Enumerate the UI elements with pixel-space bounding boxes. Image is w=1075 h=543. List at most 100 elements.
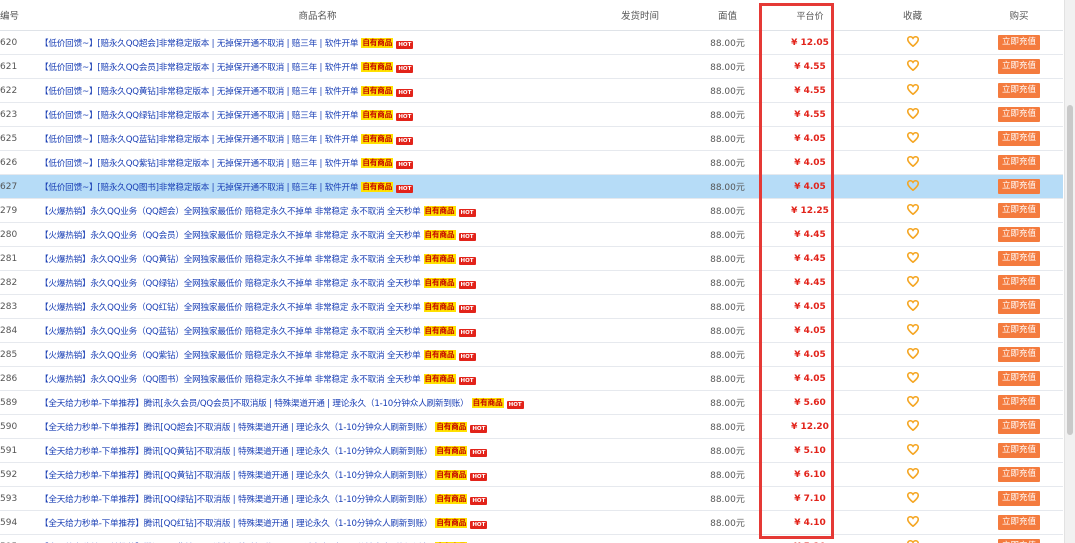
- heart-icon[interactable]: [906, 371, 919, 383]
- col-header-time: 发货时间: [595, 0, 685, 31]
- product-name-link[interactable]: 【火爆热销】永久QQ业务（QQ图书）全网独家最低价 赔稳定永久不掉单 非常稳定 …: [40, 375, 421, 385]
- recharge-now-button[interactable]: 立即充值: [997, 371, 1040, 386]
- hot-badge: HOT: [458, 256, 476, 265]
- heart-icon[interactable]: [906, 299, 919, 311]
- heart-icon[interactable]: [906, 275, 919, 287]
- product-id: 594: [0, 510, 40, 535]
- heart-icon[interactable]: [906, 227, 919, 239]
- favorite-cell: [850, 438, 975, 463]
- heart-icon[interactable]: [906, 467, 919, 479]
- recharge-now-button[interactable]: 立即充值: [997, 203, 1040, 218]
- product-name-link[interactable]: 【低价回馈~】[赔永久QQ蓝钻]非常稳定版本 | 无掉保开通不取消 | 赔三年 …: [40, 135, 359, 145]
- recharge-now-button[interactable]: 立即充值: [997, 179, 1040, 194]
- product-name-link[interactable]: 【全天给力秒单-下单推荐】腾讯[QQ黄钻]不取消版 | 特殊渠道开通 | 理论永…: [40, 447, 433, 457]
- heart-icon[interactable]: [906, 347, 919, 359]
- recharge-now-button[interactable]: 立即充值: [997, 491, 1040, 506]
- table-row: 592 【全天给力秒单-下单推荐】腾讯[QQ黄钻]不取消版 | 特殊渠道开通 | …: [0, 462, 1063, 487]
- col-header-buy: 购买: [975, 0, 1063, 31]
- product-id: 284: [0, 318, 40, 343]
- product-name-link[interactable]: 【火爆热销】永久QQ业务（QQ绿钻）全网独家最低价 赔稳定永久不掉单 非常稳定 …: [40, 279, 421, 289]
- heart-icon[interactable]: [906, 443, 919, 455]
- heart-icon[interactable]: [906, 179, 919, 191]
- recharge-now-button[interactable]: 立即充值: [997, 515, 1040, 530]
- recharge-now-button[interactable]: 立即充值: [997, 347, 1040, 362]
- heart-icon[interactable]: [906, 323, 919, 335]
- product-name-link[interactable]: 【全天给力秒单-下单推荐】腾讯[QQ红钻]不取消版 | 特殊渠道开通 | 理论永…: [40, 519, 433, 529]
- product-name-link[interactable]: 【低价回馈~】[赔永久QQ超会]非常稳定版本 | 无掉保开通不取消 | 赔三年 …: [40, 39, 359, 49]
- product-name-link[interactable]: 【全天给力秒单-下单推荐】腾讯[QQ超会]不取消版 | 特殊渠道开通 | 理论永…: [40, 423, 433, 433]
- heart-icon[interactable]: [906, 155, 919, 167]
- self-owned-badge: 自有商品: [423, 349, 456, 360]
- favorite-cell: [850, 54, 975, 79]
- vertical-scrollbar[interactable]: [1064, 0, 1075, 543]
- product-name-link[interactable]: 【全天给力秒单-下单推荐】腾讯[永久会员/QQ会员]不取消版 | 特殊渠道开通 …: [40, 399, 469, 409]
- product-name-link[interactable]: 【低价回馈~】[赔永久QQ会员]非常稳定版本 | 无掉保开通不取消 | 赔三年 …: [40, 63, 359, 73]
- heart-icon[interactable]: [906, 35, 919, 47]
- buy-cell: 立即充值: [975, 30, 1063, 55]
- recharge-now-button[interactable]: 立即充值: [997, 275, 1040, 290]
- self-owned-badge: 自有商品: [423, 229, 456, 240]
- product-id: 282: [0, 270, 40, 295]
- recharge-now-button[interactable]: 立即充值: [997, 539, 1040, 543]
- buy-cell: 立即充值: [975, 510, 1063, 535]
- heart-icon[interactable]: [906, 515, 919, 527]
- heart-icon[interactable]: [906, 395, 919, 407]
- buy-cell: 立即充值: [975, 462, 1063, 487]
- delivery-time: [595, 198, 685, 223]
- product-name-link[interactable]: 【火爆热销】永久QQ业务（QQ超会）全网独家最低价 赔稳定永久不掉单 非常稳定 …: [40, 207, 421, 217]
- table-row: 626 【低价回馈~】[赔永久QQ紫钻]非常稳定版本 | 无掉保开通不取消 | 赔…: [0, 150, 1063, 175]
- heart-icon[interactable]: [906, 131, 919, 143]
- delivery-time: [595, 246, 685, 271]
- face-value: 88.00元: [685, 126, 770, 151]
- recharge-now-button[interactable]: 立即充值: [997, 59, 1040, 74]
- recharge-now-button[interactable]: 立即充值: [997, 131, 1040, 146]
- recharge-now-button[interactable]: 立即充值: [997, 467, 1040, 482]
- product-name-link[interactable]: 【低价回馈~】[赔永久QQ黄钻]非常稳定版本 | 无掉保开通不取消 | 赔三年 …: [40, 87, 359, 97]
- recharge-now-button[interactable]: 立即充值: [997, 251, 1040, 266]
- product-name-cell: 【火爆热销】永久QQ业务（QQ会员）全网独家最低价 赔稳定永久不掉单 非常稳定 …: [40, 222, 595, 247]
- favorite-cell: [850, 78, 975, 103]
- recharge-now-button[interactable]: 立即充值: [997, 443, 1040, 458]
- self-owned-badge: 自有商品: [471, 397, 504, 408]
- heart-icon[interactable]: [906, 539, 919, 543]
- face-value: 88.00元: [685, 438, 770, 463]
- product-name-link[interactable]: 【全天给力秒单-下单推荐】腾讯[QQ绿钻]不取消版 | 特殊渠道开通 | 理论永…: [40, 495, 433, 505]
- heart-icon[interactable]: [906, 83, 919, 95]
- heart-icon[interactable]: [906, 203, 919, 215]
- product-name-link[interactable]: 【火爆热销】永久QQ业务（QQ红钻）全网独家最低价 赔稳定永久不掉单 非常稳定 …: [40, 303, 421, 313]
- product-name-cell: 【全天给力秒单-下单推荐】腾讯[QQ黄钻]不取消版 | 特殊渠道开通 | 理论永…: [40, 462, 595, 487]
- recharge-now-button[interactable]: 立即充值: [997, 83, 1040, 98]
- product-name-link[interactable]: 【低价回馈~】[赔永久QQ绿钻]非常稳定版本 | 无掉保开通不取消 | 赔三年 …: [40, 111, 359, 121]
- delivery-time: [595, 222, 685, 247]
- recharge-now-button[interactable]: 立即充值: [997, 155, 1040, 170]
- heart-icon[interactable]: [906, 419, 919, 431]
- product-name-link[interactable]: 【火爆热销】永久QQ业务（QQ蓝钻）全网独家最低价 赔稳定永久不掉单 非常稳定 …: [40, 327, 421, 337]
- recharge-now-button[interactable]: 立即充值: [997, 299, 1040, 314]
- face-value: 88.00元: [685, 390, 770, 415]
- scrollbar-thumb[interactable]: [1067, 105, 1073, 435]
- heart-icon[interactable]: [906, 107, 919, 119]
- recharge-now-button[interactable]: 立即充值: [997, 35, 1040, 50]
- recharge-now-button[interactable]: 立即充值: [997, 419, 1040, 434]
- recharge-now-button[interactable]: 立即充值: [997, 395, 1040, 410]
- recharge-now-button[interactable]: 立即充值: [997, 227, 1040, 242]
- delivery-time: [595, 462, 685, 487]
- product-name-link[interactable]: 【火爆热销】永久QQ业务（QQ黄钻）全网独家最低价 赔稳定永久不掉单 非常稳定 …: [40, 255, 421, 265]
- product-name-cell: 【低价回馈~】[赔永久QQ会员]非常稳定版本 | 无掉保开通不取消 | 赔三年 …: [40, 54, 595, 79]
- buy-cell: 立即充值: [975, 318, 1063, 343]
- recharge-now-button[interactable]: 立即充值: [997, 323, 1040, 338]
- platform-price: ¥ 4.55: [770, 102, 850, 127]
- product-name-link[interactable]: 【火爆热销】永久QQ业务（QQ紫钻）全网独家最低价 赔稳定永久不掉单 非常稳定 …: [40, 351, 421, 361]
- platform-price: ¥ 5.10: [770, 438, 850, 463]
- heart-icon[interactable]: [906, 59, 919, 71]
- recharge-now-button[interactable]: 立即充值: [997, 107, 1040, 122]
- hot-badge: HOT: [458, 304, 476, 313]
- buy-cell: 立即充值: [975, 390, 1063, 415]
- heart-icon[interactable]: [906, 491, 919, 503]
- table-row: 593 【全天给力秒单-下单推荐】腾讯[QQ绿钻]不取消版 | 特殊渠道开通 | …: [0, 486, 1063, 511]
- product-name-link[interactable]: 【低价回馈~】[赔永久QQ图书]非常稳定版本 | 无掉保开通不取消 | 赔三年 …: [40, 183, 359, 193]
- heart-icon[interactable]: [906, 251, 919, 263]
- product-name-link[interactable]: 【火爆热销】永久QQ业务（QQ会员）全网独家最低价 赔稳定永久不掉单 非常稳定 …: [40, 231, 421, 241]
- product-name-link[interactable]: 【低价回馈~】[赔永久QQ紫钻]非常稳定版本 | 无掉保开通不取消 | 赔三年 …: [40, 159, 359, 169]
- product-name-link[interactable]: 【全天给力秒单-下单推荐】腾讯[QQ黄钻]不取消版 | 特殊渠道开通 | 理论永…: [40, 471, 433, 481]
